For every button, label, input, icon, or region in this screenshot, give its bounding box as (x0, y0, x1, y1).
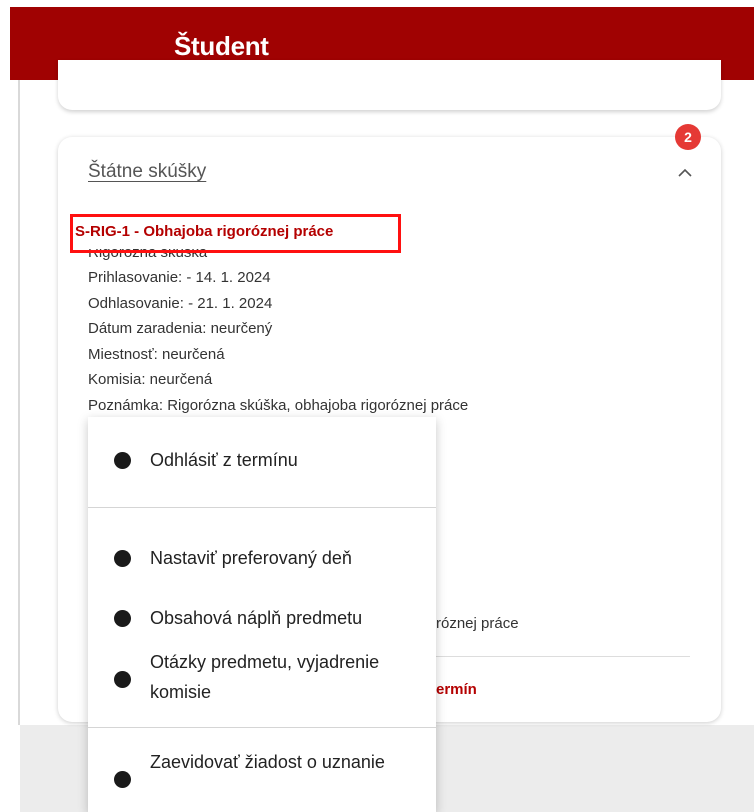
bullet-icon (114, 671, 131, 688)
committee: Komisia: neurčená (88, 371, 213, 388)
bullet-icon (114, 771, 131, 788)
bullet-icon (114, 452, 131, 469)
assignment-date: Dátum zaradenia: neurčený (88, 320, 273, 337)
menu-item-label: Odhlásiť z termínu (150, 450, 298, 470)
menu-item-questions[interactable]: Otázky predmetu, vyjadrenie komisie (88, 647, 436, 707)
note-fragment: róznej práce (436, 615, 519, 632)
note: Poznámka: Rigorózna skúška, obhajoba rig… (88, 397, 469, 414)
menu-item-preferred-day[interactable]: Nastaviť preferovaný deň (88, 543, 436, 573)
menu-item-label: Nastaviť preferovaný deň (150, 548, 352, 568)
deregistration-period: Odhlasovanie: - 21. 1. 2024 (88, 295, 273, 312)
menu-item-label: Otázky predmetu, vyjadrenie komisie (150, 652, 380, 702)
term-action-fragment[interactable]: ermín (436, 681, 477, 698)
context-menu: Odhlásiť z termínu Nastaviť preferovaný … (88, 417, 436, 812)
previous-card (58, 60, 721, 110)
left-border (18, 80, 20, 725)
section-title[interactable]: Štátne skúšky (88, 161, 206, 183)
chevron-up-icon[interactable] (676, 166, 694, 180)
bullet-icon (114, 550, 131, 567)
menu-item-label: Zaevidovať žiadost o uznanie (150, 752, 385, 772)
room: Miestnosť: neurčená (88, 346, 225, 363)
registration-period: Prihlasovanie: - 14. 1. 2024 (88, 269, 271, 286)
menu-item-recognition-request[interactable]: Zaevidovať žiadost o uznanie (88, 747, 436, 807)
menu-divider (88, 727, 436, 728)
menu-item-label: Obsahová náplň predmetu (150, 608, 363, 628)
menu-divider (88, 507, 436, 508)
menu-item-deregister[interactable]: Odhlásiť z termínu (88, 445, 436, 475)
notification-badge: 2 (675, 124, 701, 150)
app-title: Študent (174, 31, 269, 61)
highlight-box (70, 214, 401, 253)
menu-item-course-content[interactable]: Obsahová náplň predmetu (88, 603, 436, 633)
bullet-icon (114, 610, 131, 627)
